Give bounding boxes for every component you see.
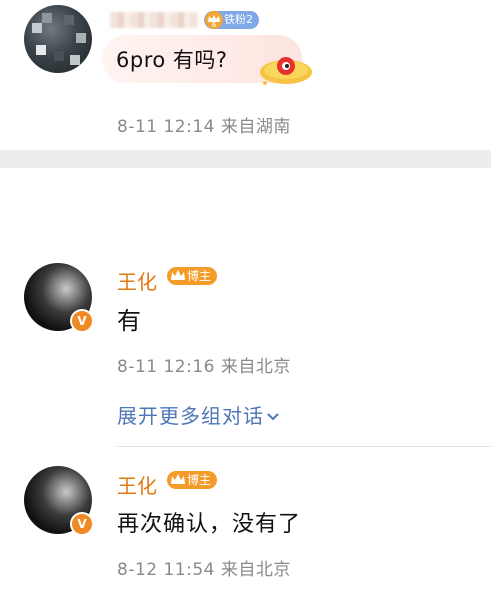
fan-badge-label: 铁粉2 (224, 13, 253, 26)
crown-icon (169, 267, 187, 285)
commenter-avatar[interactable] (24, 5, 92, 73)
blogger-badge-label: 博主 (187, 473, 212, 487)
comment-time: 8-11 12:14 (117, 117, 215, 137)
reply-location: 来自北京 (220, 357, 291, 377)
fan-level-badge: 6 铁粉2 (204, 11, 259, 29)
reply-username[interactable]: 王化 (117, 470, 157, 499)
blogger-badge: 博主 (167, 471, 218, 489)
blogger-badge: 博主 (167, 267, 218, 285)
reply-username[interactable]: 王化 (117, 266, 157, 295)
comment-location: 来自湖南 (220, 117, 291, 137)
blogger-badge-label: 博主 (187, 269, 212, 283)
chevron-down-icon (266, 404, 280, 428)
blogger-avatar[interactable]: V (24, 466, 94, 536)
comment-text: 6pro 有吗? (116, 48, 228, 72)
reply-meta: 8-11 12:16 来自北京 (117, 352, 291, 377)
crown-icon (169, 471, 187, 489)
section-divider (0, 150, 491, 168)
reply-time: 8-12 11:54 (117, 560, 215, 580)
comment-meta: 8-11 12:14 来自湖南 (117, 112, 291, 137)
expand-label: 展开更多组对话 (117, 404, 264, 428)
commenter-name-redacted[interactable] (110, 12, 198, 28)
reply-time: 8-11 12:16 (117, 357, 215, 377)
expand-conversations-link[interactable]: 展开更多组对话 (117, 400, 280, 429)
reply-location: 来自北京 (220, 560, 291, 580)
svg-text:6: 6 (212, 21, 217, 29)
reply-text: 有 (117, 307, 141, 335)
weibo-eye-icon (256, 50, 314, 86)
verified-v-icon: V (70, 512, 94, 536)
reply-text: 再次确认，没有了 (117, 512, 302, 537)
blogger-avatar[interactable]: V (24, 263, 94, 333)
fan-crown-icon: 6 (204, 11, 224, 29)
reply-meta: 8-12 11:54 来自北京 (117, 555, 291, 580)
verified-v-icon: V (70, 309, 94, 333)
reply-divider (117, 446, 491, 447)
